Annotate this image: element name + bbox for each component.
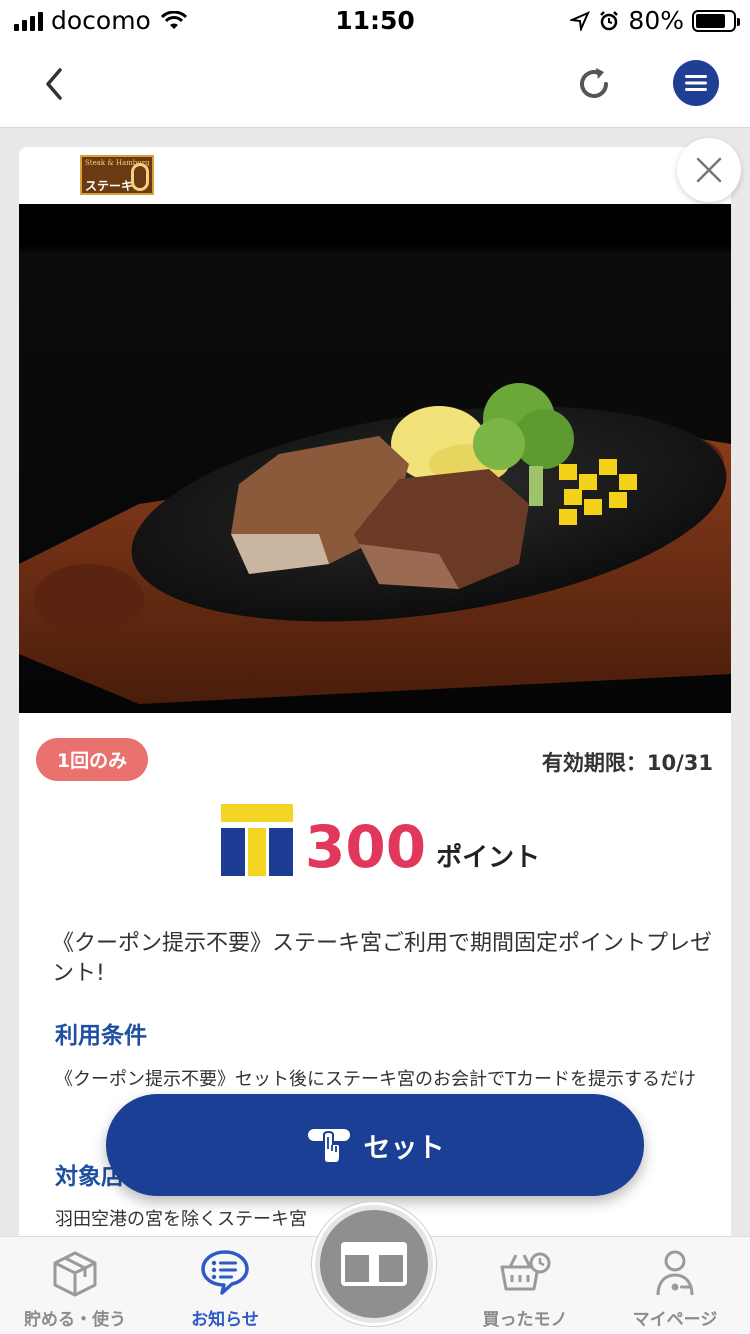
- expiry-date: 有効期限：10/31: [541, 751, 713, 775]
- steak-plate-image: [19, 204, 731, 713]
- usage-limit-badge: 1回のみ: [36, 738, 148, 781]
- box-icon: [53, 1251, 97, 1297]
- tab-purchases[interactable]: 買ったモノ: [450, 1237, 600, 1334]
- tpoint-logo-icon: [221, 804, 293, 876]
- back-button[interactable]: [36, 62, 76, 106]
- nav-bar: [0, 40, 750, 128]
- brand-logo-text: ステーキ: [85, 179, 134, 193]
- close-button[interactable]: [677, 138, 741, 202]
- tab-notifications[interactable]: お知らせ: [150, 1237, 300, 1334]
- tap-hand-icon: [307, 1129, 350, 1164]
- set-button-label: セット: [363, 1132, 445, 1164]
- points-value: 300: [305, 813, 427, 881]
- brand-mark-icon: [131, 163, 149, 191]
- tab-label: マイページ: [632, 1310, 718, 1330]
- location-arrow-icon: [570, 10, 591, 31]
- tab-label: 貯める・使う: [24, 1310, 126, 1330]
- close-icon: [696, 157, 722, 183]
- food-photo: [19, 204, 731, 713]
- status-bar: docomo 11:50 80%: [0, 0, 750, 40]
- set-coupon-button[interactable]: セット: [106, 1094, 644, 1196]
- alarm-icon: [600, 10, 619, 30]
- status-right: 80%: [570, 6, 740, 35]
- tab-label: お知らせ: [191, 1310, 259, 1330]
- reload-icon: [580, 68, 608, 98]
- tcard-center-button[interactable]: [312, 1202, 436, 1326]
- tab-save-use[interactable]: 貯める・使う: [0, 1237, 150, 1334]
- tab-label: 買ったモノ: [482, 1310, 568, 1330]
- chat-icon: [201, 1250, 249, 1295]
- tab-mypage[interactable]: マイページ: [600, 1237, 750, 1334]
- coupon-card: Steak & Hamburg ステーキ 1回のみ 有効期限：10/31 300…: [19, 147, 731, 1247]
- battery-percent: 80%: [628, 6, 684, 35]
- card-icon: [341, 1242, 407, 1286]
- points-unit: ポイント: [436, 843, 541, 873]
- battery-icon: [692, 9, 740, 32]
- points-row: 300 ポイント: [221, 804, 540, 876]
- chevron-left-icon: [46, 68, 62, 100]
- brand-logo: Steak & Hamburg ステーキ: [80, 155, 154, 195]
- conditions-text: 《クーポン提示不要》セット後にステーキ宮のお会計でTカードを提示するだけ: [55, 1069, 696, 1090]
- reload-button[interactable]: [572, 62, 616, 106]
- person-icon: [656, 1250, 694, 1296]
- menu-button[interactable]: [673, 60, 719, 106]
- basket-icon: [500, 1252, 551, 1291]
- coupon-description: 《クーポン提示不要》ステーキ宮ご利用で期間固定ポイントプレゼント!: [52, 931, 713, 986]
- menu-icon: [685, 75, 707, 91]
- conditions-title: 利用条件: [55, 1023, 147, 1049]
